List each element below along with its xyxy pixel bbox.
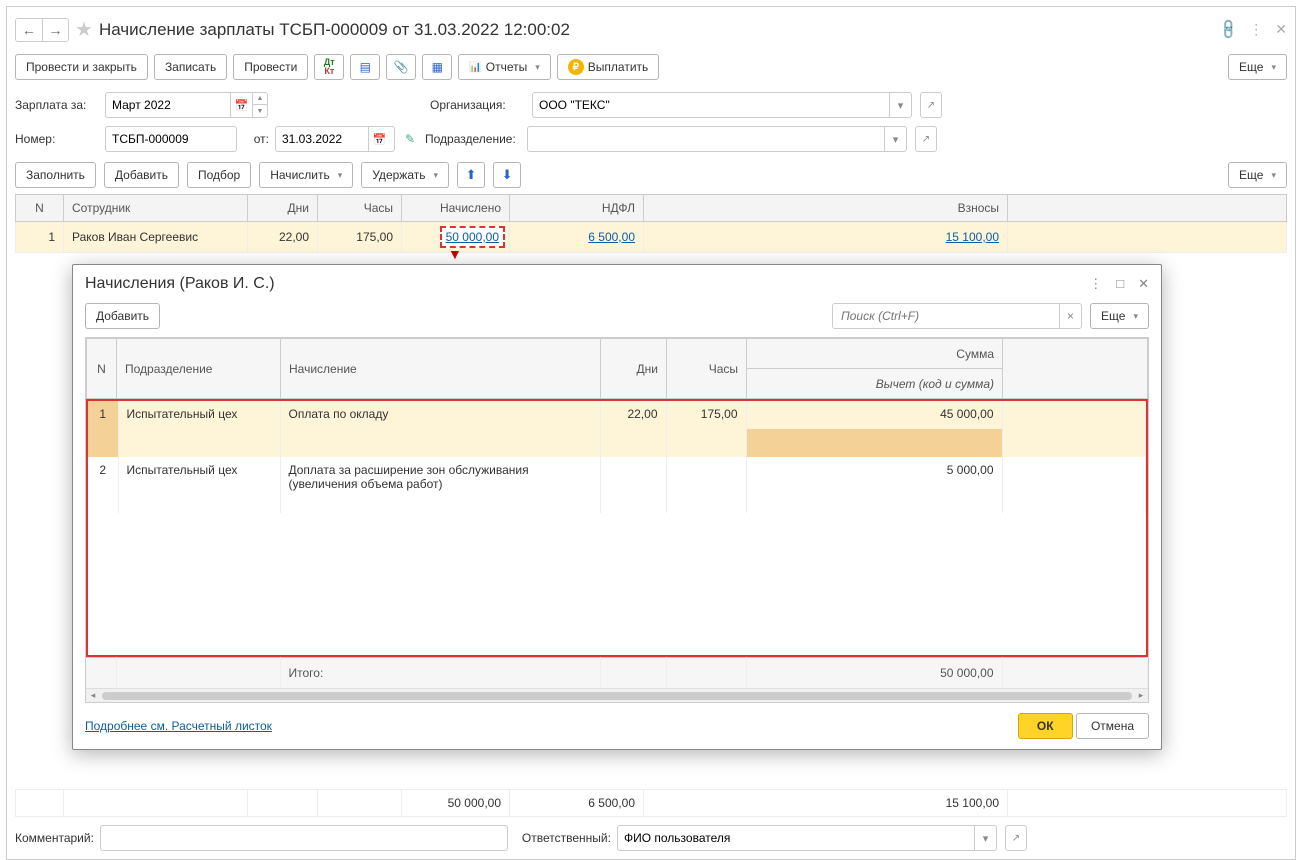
- more-button[interactable]: Еще▾: [1228, 54, 1287, 80]
- scroll-right-icon[interactable]: ▸: [1134, 690, 1148, 701]
- pcol-deduct[interactable]: Вычет (код и сумма): [747, 369, 1003, 399]
- footer-sum: 50 000,00: [746, 658, 1002, 689]
- pcol-hours[interactable]: Часы: [667, 339, 747, 399]
- comment-input[interactable]: [101, 826, 507, 850]
- favorite-star-icon[interactable]: ★: [75, 17, 93, 42]
- pcol-sum[interactable]: Сумма: [747, 339, 1003, 369]
- post-button[interactable]: Провести: [233, 54, 308, 80]
- responsible-label: Ответственный:: [522, 831, 611, 845]
- popup-title: Начисления (Раков И. С.): [85, 275, 275, 293]
- add-button[interactable]: Добавить: [104, 162, 179, 188]
- dept-input[interactable]: [528, 127, 884, 151]
- pcol-n[interactable]: N: [87, 339, 117, 399]
- link-icon[interactable]: 🔗: [1216, 17, 1240, 41]
- org-label: Организация:: [430, 98, 526, 112]
- dropdown-icon[interactable]: ▾: [889, 93, 911, 117]
- scroll-left-icon[interactable]: ◂: [86, 690, 100, 701]
- tax-link[interactable]: 6 500,00: [588, 230, 635, 244]
- pcol-dept[interactable]: Подразделение: [117, 339, 281, 399]
- withhold-button[interactable]: Удержать▾: [361, 162, 449, 188]
- pay-button[interactable]: ₽ Выплатить: [557, 54, 660, 80]
- dtkt-button[interactable]: ДтКт: [314, 54, 344, 80]
- contrib-link[interactable]: 15 100,00: [946, 230, 999, 244]
- col-n[interactable]: N: [16, 195, 64, 222]
- popup-close-icon[interactable]: ✕: [1138, 276, 1149, 292]
- chevron-down-icon: ▾: [433, 170, 438, 181]
- col-contrib[interactable]: Взносы: [644, 195, 1008, 222]
- date-input[interactable]: [276, 127, 368, 151]
- open-org-button[interactable]: ↗: [920, 92, 942, 118]
- ruble-icon: ₽: [568, 59, 584, 75]
- wand-icon[interactable]: ✎: [401, 132, 419, 146]
- chart-icon: 📊: [469, 62, 481, 73]
- payslip-link[interactable]: Подробнее см. Расчетный листок: [85, 719, 272, 733]
- calendar-icon[interactable]: 📅: [368, 127, 390, 151]
- popup-row[interactable]: 2 Испытательный цех Доплата за расширени…: [88, 457, 1146, 485]
- total-tax: 6 500,00: [510, 790, 644, 817]
- chevron-down-icon: ▾: [535, 62, 540, 73]
- salary-for-label: Зарплата за:: [15, 98, 99, 112]
- from-label: от:: [243, 132, 269, 146]
- employees-table: N Сотрудник Дни Часы Начислено НДФЛ Взно…: [15, 194, 1287, 253]
- fill-button[interactable]: Заполнить: [15, 162, 96, 188]
- post-and-close-button[interactable]: Провести и закрыть: [15, 54, 148, 80]
- col-accrued[interactable]: Начислено: [402, 195, 510, 222]
- nav-forward-button[interactable]: →: [42, 19, 68, 41]
- popup-kebab-icon[interactable]: ⋮: [1089, 276, 1102, 292]
- popup-scrollbar[interactable]: ◂ ▸: [86, 688, 1148, 702]
- search-clear-icon[interactable]: ×: [1059, 304, 1081, 328]
- pcol-days[interactable]: Дни: [601, 339, 667, 399]
- select-button[interactable]: Подбор: [187, 162, 251, 188]
- dropdown-icon[interactable]: ▾: [884, 127, 906, 151]
- total-accrued: 50 000,00: [402, 790, 510, 817]
- open-dept-button[interactable]: ↗: [915, 126, 937, 152]
- chevron-down-icon: ▾: [1271, 170, 1276, 181]
- cancel-button[interactable]: Отмена: [1076, 713, 1149, 739]
- responsible-input[interactable]: [618, 826, 974, 850]
- col-employee[interactable]: Сотрудник: [64, 195, 248, 222]
- number-input[interactable]: [106, 127, 236, 151]
- list-view-button[interactable]: ▤: [350, 54, 380, 80]
- salary-for-input[interactable]: [106, 93, 230, 117]
- ok-button[interactable]: ОК: [1018, 713, 1073, 739]
- open-responsible-button[interactable]: ↗: [1005, 825, 1027, 851]
- accruals-popup: Начисления (Раков И. С.) ⋮ □ ✕ Добавить …: [72, 264, 1162, 750]
- pcol-accrual[interactable]: Начисление: [281, 339, 601, 399]
- col-tax[interactable]: НДФЛ: [510, 195, 644, 222]
- popup-row[interactable]: 1 Испытательный цех Оплата по окладу 22,…: [88, 401, 1146, 429]
- spin-up[interactable]: ▲: [253, 93, 267, 105]
- chevron-down-icon: ▾: [1271, 62, 1276, 73]
- grid-button[interactable]: ▦: [422, 54, 452, 80]
- dropdown-icon[interactable]: ▾: [974, 826, 996, 850]
- spin-down[interactable]: ▼: [253, 105, 267, 117]
- total-contrib: 15 100,00: [644, 790, 1008, 817]
- popup-search-input[interactable]: [833, 309, 1059, 323]
- popup-more-button[interactable]: Еще▾: [1090, 303, 1149, 329]
- accrue-button[interactable]: Начислить▾: [259, 162, 353, 188]
- col-hours[interactable]: Часы: [318, 195, 402, 222]
- table-row[interactable]: 1 Раков Иван Сергеевис 22,00 175,00 50 0…: [16, 222, 1287, 253]
- window-title: Начисление зарплаты ТСБП-000009 от 31.03…: [99, 20, 1220, 40]
- number-label: Номер:: [15, 132, 99, 146]
- nav-back-button[interactable]: ←: [16, 19, 42, 41]
- reports-button[interactable]: 📊 Отчеты▾: [458, 54, 550, 80]
- popup-add-button[interactable]: Добавить: [85, 303, 160, 329]
- org-input[interactable]: [533, 93, 889, 117]
- chevron-down-icon: ▾: [1133, 311, 1138, 322]
- footer-label: Итого:: [280, 658, 600, 689]
- comment-label: Комментарий:: [15, 831, 94, 845]
- accrued-cell-editing[interactable]: 50 000,00: [440, 226, 505, 248]
- move-up-button[interactable]: ⬆: [457, 162, 485, 188]
- write-button[interactable]: Записать: [154, 54, 227, 80]
- popup-maximize-icon[interactable]: □: [1116, 276, 1124, 292]
- calendar-icon[interactable]: 📅: [230, 93, 252, 117]
- attach-button[interactable]: 📎: [386, 54, 416, 80]
- move-down-button[interactable]: ⬇: [493, 162, 521, 188]
- col-days[interactable]: Дни: [248, 195, 318, 222]
- chevron-down-icon: ▾: [338, 170, 343, 181]
- kebab-menu-icon[interactable]: ⋮: [1249, 21, 1263, 38]
- close-icon[interactable]: ✕: [1275, 21, 1287, 38]
- dept-label: Подразделение:: [425, 132, 521, 146]
- sub-more-button[interactable]: Еще▾: [1228, 162, 1287, 188]
